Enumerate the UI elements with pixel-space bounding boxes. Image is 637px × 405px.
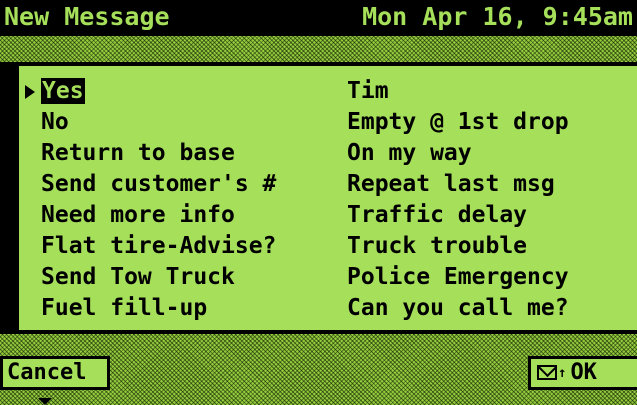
message-item-repeat-last-msg[interactable]: Repeat last msg: [347, 169, 569, 200]
arrow-down-icon: [38, 398, 52, 405]
message-item-empty-first-drop[interactable]: Empty @ 1st drop: [347, 107, 569, 138]
message-label: Repeat last msg: [347, 171, 555, 197]
message-item-tim[interactable]: Tim: [347, 76, 569, 107]
message-label: Return to base: [41, 140, 235, 166]
message-label: On my way: [347, 140, 472, 166]
message-label: Flat tire-Advise?: [41, 233, 277, 259]
message-label: Empty @ 1st drop: [347, 109, 569, 135]
cancel-label: Cancel: [7, 360, 87, 385]
message-item-yes[interactable]: Yes: [25, 76, 276, 107]
envelope-icon: [537, 365, 557, 380]
message-item-return-to-base[interactable]: Return to base: [41, 138, 276, 169]
message-item-need-more-info[interactable]: Need more info: [41, 200, 276, 231]
cancel-softkey[interactable]: Cancel: [0, 356, 110, 390]
message-label: Traffic delay: [347, 202, 528, 228]
message-label: No: [41, 109, 69, 135]
screen-title: New Message: [4, 2, 170, 31]
background-pattern-top: [0, 36, 637, 62]
message-item-send-tow-truck[interactable]: Send Tow Truck: [41, 262, 276, 293]
signal-icon: ↑: [558, 365, 567, 381]
message-column-left: Yes No Return to base Send customer's # …: [25, 76, 276, 324]
message-item-no[interactable]: No: [41, 107, 276, 138]
title-bar: New Message Mon Apr 16, 9:45am: [0, 0, 637, 36]
message-label: Need more info: [41, 202, 235, 228]
device-screen: New Message Mon Apr 16, 9:45am Yes No Re…: [0, 0, 637, 405]
message-label: Yes: [41, 78, 85, 104]
message-label: Tim: [347, 78, 389, 104]
datetime-display: Mon Apr 16, 9:45am: [362, 2, 633, 31]
message-column-right: Tim Empty @ 1st drop On my way Repeat la…: [347, 76, 569, 324]
message-item-flat-tire[interactable]: Flat tire-Advise?: [41, 231, 276, 262]
message-item-traffic-delay[interactable]: Traffic delay: [347, 200, 569, 231]
message-item-truck-trouble[interactable]: Truck trouble: [347, 231, 569, 262]
message-label: Truck trouble: [347, 233, 528, 259]
message-item-fuel-fill-up[interactable]: Fuel fill-up: [41, 293, 276, 324]
message-label: Send customer's #: [41, 171, 277, 197]
message-item-can-you-call-me[interactable]: Can you call me?: [347, 293, 569, 324]
canned-message-list: Yes No Return to base Send customer's # …: [15, 62, 637, 334]
ok-label: OK: [570, 360, 597, 385]
message-label: Police Emergency: [347, 264, 569, 290]
message-item-police-emergency[interactable]: Police Emergency: [347, 262, 569, 293]
message-item-send-customers-number[interactable]: Send customer's #: [41, 169, 276, 200]
message-label: Fuel fill-up: [41, 295, 208, 321]
message-item-on-my-way[interactable]: On my way: [347, 138, 569, 169]
selection-pointer-icon: [25, 85, 35, 99]
message-label: Can you call me?: [347, 295, 569, 321]
ok-send-softkey[interactable]: ↑ OK: [528, 356, 637, 390]
message-label: Send Tow Truck: [41, 264, 235, 290]
